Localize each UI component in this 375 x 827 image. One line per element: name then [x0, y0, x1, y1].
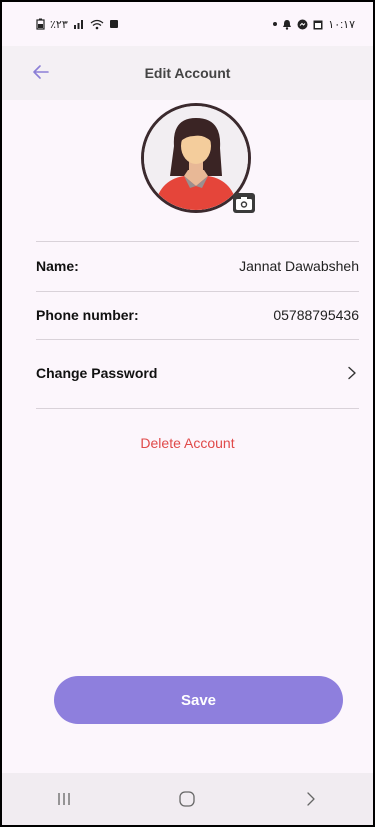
- status-bar: ٪٢٣ ١٠:١٧: [2, 2, 373, 46]
- bell-icon: [283, 19, 292, 30]
- status-left: ٪٢٣: [36, 18, 119, 31]
- back-nav-button[interactable]: [291, 779, 331, 819]
- divider: [36, 291, 359, 292]
- change-password-row[interactable]: Change Password: [36, 365, 359, 381]
- dot-icon: [273, 22, 278, 26]
- wifi-icon: [90, 19, 104, 29]
- page-title: Edit Account: [144, 65, 231, 81]
- status-right: ١٠:١٧: [273, 18, 355, 31]
- home-button[interactable]: [167, 779, 207, 819]
- battery-percent: ٪٢٣: [50, 18, 68, 31]
- signal-icon: [73, 20, 83, 29]
- phone-row: Phone number: 05788795436: [36, 307, 359, 323]
- divider: [36, 241, 359, 242]
- name-label: Name:: [36, 258, 79, 274]
- save-button[interactable]: Save: [54, 676, 343, 724]
- divider: [36, 339, 359, 340]
- calendar-icon: [313, 20, 323, 29]
- phone-frame: ٪٢٣ ١٠:١٧ Edit Account Name: Jannat Dawa…: [0, 0, 375, 827]
- phone-label: Phone number:: [36, 307, 139, 323]
- clock-time: ١٠:١٧: [328, 18, 355, 31]
- home-icon: [179, 791, 196, 807]
- change-password-label: Change Password: [36, 365, 158, 381]
- name-value: Jannat Dawabsheh: [239, 258, 359, 274]
- phone-value: 05788795436: [273, 307, 359, 323]
- divider: [36, 408, 359, 409]
- name-row: Name: Jannat Dawabsheh: [36, 258, 359, 274]
- avatar-container[interactable]: [141, 103, 255, 213]
- recent-apps-button[interactable]: [44, 779, 84, 819]
- messenger-icon: [297, 19, 308, 29]
- delete-account-link[interactable]: Delete Account: [2, 435, 373, 451]
- camera-button[interactable]: [233, 193, 255, 213]
- camera-icon: [236, 197, 252, 210]
- app-bar: Edit Account: [2, 46, 373, 100]
- notification-icon: [109, 20, 118, 28]
- chevron-right-icon: [307, 792, 315, 806]
- recent-apps-icon: [58, 793, 70, 805]
- system-nav-bar: [2, 773, 373, 825]
- chevron-right-icon: [348, 366, 356, 380]
- battery-icon: [36, 18, 45, 30]
